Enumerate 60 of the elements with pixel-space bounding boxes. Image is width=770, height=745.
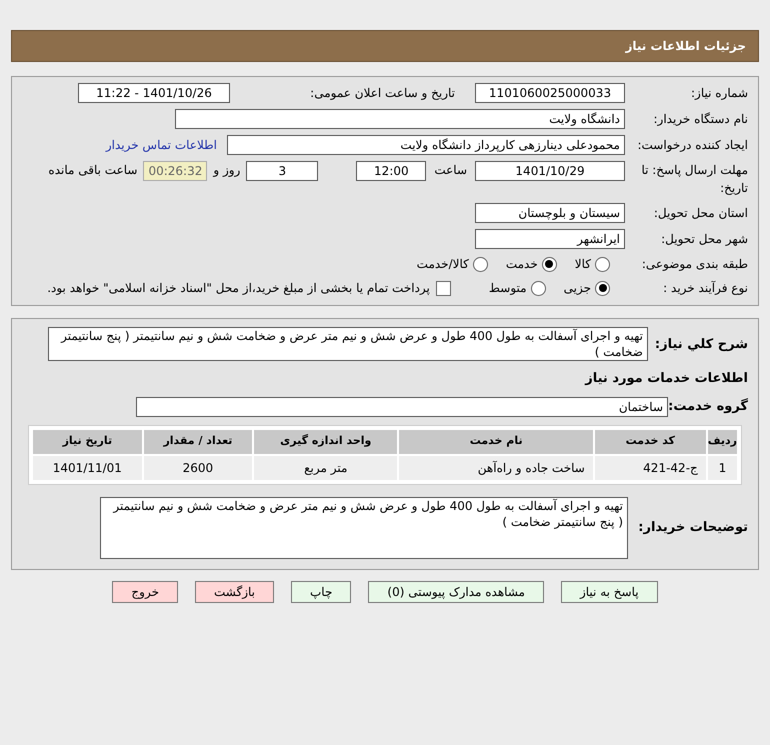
action-button[interactable]: پاسخ به نیاز <box>560 580 658 602</box>
text-field[interactable]: محمودعلی دینارزهی کارپرداز دانشگاه ولایت <box>227 135 625 155</box>
field-label: استان محل تحویل: <box>652 205 748 222</box>
field-label: نوع فرآیند خرید : <box>662 280 748 297</box>
field-label: روز و <box>213 162 240 179</box>
field-label: ساعت باقی مانده <box>48 162 138 179</box>
text-field[interactable]: ساختمان <box>136 396 668 416</box>
action-button[interactable]: بازگشت <box>195 580 274 602</box>
table-cell: 1 <box>708 456 737 480</box>
column-header: تاریخ نیاز <box>33 430 142 454</box>
summary-field[interactable]: تهیه و اجرای آسفالت به طول 400 طول و عرض شش و نیم متر عرض و ضخامت شش و نیم سانتیمتر ( پنج سانتیمتر ضخامت ) <box>48 327 648 361</box>
table-cell: 2600 <box>144 456 252 480</box>
checkbox[interactable] <box>436 280 451 296</box>
table-cell: متر مربع <box>254 456 398 480</box>
radio-button[interactable] <box>530 280 546 296</box>
text-field[interactable]: سیستان و بلوچستان <box>475 203 625 223</box>
field-label: طبقه بندی موضوعی: <box>640 256 748 273</box>
section-heading: اطلاعات خدمات مورد نیاز <box>584 370 748 388</box>
radio-label: کالا/خدمت <box>416 256 469 273</box>
text-field[interactable]: 1401/10/26 - 11:22 <box>78 83 230 103</box>
field-label: ایجاد کننده درخواست: <box>636 137 748 154</box>
radio-button[interactable] <box>595 256 610 272</box>
text-field[interactable]: 3 <box>246 161 318 181</box>
table-cell: ج-42-421 <box>594 456 706 480</box>
action-button[interactable]: چاپ <box>291 580 352 602</box>
text-field[interactable]: ایرانشهر <box>475 229 625 249</box>
text-field[interactable]: دانشگاه ولایت <box>175 109 625 129</box>
text-field[interactable]: 1401/10/29 <box>475 161 625 181</box>
field-label: مهلت ارسال پاسخ: تا تاریخ: <box>640 162 748 197</box>
column-header: تعداد / مقدار <box>144 430 252 454</box>
field-label: نام دستگاه خریدار: <box>652 111 748 128</box>
field-label: شماره نیاز: <box>690 85 748 102</box>
payment-note: پرداخت تمام یا بخشی از مبلغ خرید،از محل "اسناد خزانه اسلامی" خواهد بود. <box>47 280 430 297</box>
field-label: شرح کلي نياز: <box>654 336 748 354</box>
field-label: ساعت <box>434 162 467 179</box>
radio-label: جزیی <box>564 280 591 297</box>
field-label: تاریخ و ساعت اعلان عمومی: <box>309 85 455 102</box>
action-button[interactable]: خروج <box>112 580 178 602</box>
page-title: جزئیات اطلاعات نیاز <box>625 38 746 55</box>
field-label: شهر محل تحویل: <box>660 231 748 248</box>
field-label: گروه خدمت: <box>668 397 748 416</box>
table-cell: 1401/11/01 <box>33 456 142 480</box>
column-header: واحد اندازه گیری <box>254 430 398 454</box>
table-cell: ساخت جاده و راه‌آهن <box>399 456 593 480</box>
notes-field[interactable]: تهیه و اجرای آسفالت به طول 400 طول و عرض شش و نیم متر عرض و ضخامت شش و نیم سانتیمتر ( پنج سانتیمتر ضخامت ) <box>100 496 628 558</box>
radio-label: کالا <box>574 256 591 273</box>
radio-button[interactable] <box>542 256 557 272</box>
text-field[interactable]: 12:00 <box>356 161 426 181</box>
countdown-field: 00:26:32 <box>143 161 208 181</box>
column-header: نام خدمت <box>399 430 593 454</box>
radio-label: خدمت <box>506 256 538 273</box>
contact-link[interactable]: اطلاعات تماس خریدار <box>106 136 217 154</box>
radio-button[interactable] <box>472 256 488 272</box>
column-header: ردیف <box>708 430 737 454</box>
column-header: کد خدمت <box>594 430 706 454</box>
text-field[interactable]: 1101060025000033 <box>475 83 625 103</box>
action-button[interactable]: مشاهده مدارک پیوستی (0) <box>368 580 544 602</box>
radio-button[interactable] <box>595 280 610 296</box>
radio-label: متوسط <box>488 280 527 297</box>
field-label: توضیحات خریدار: <box>637 518 748 537</box>
